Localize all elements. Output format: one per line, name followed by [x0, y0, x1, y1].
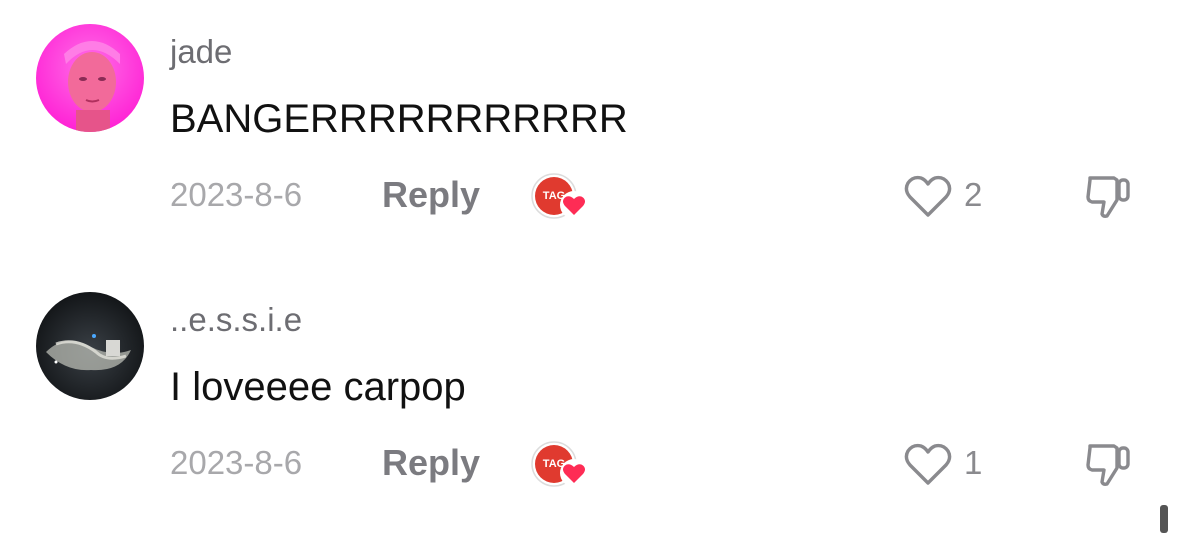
reply-button[interactable]: Reply [382, 442, 480, 484]
comment-username[interactable]: ..e.s.s.i.e [170, 300, 302, 340]
like-button[interactable] [902, 440, 954, 488]
user-avatar[interactable] [36, 24, 144, 132]
comment-text: I loveeee carpop [170, 365, 466, 409]
user-avatar[interactable] [36, 292, 144, 400]
dislike-button[interactable] [1082, 438, 1134, 490]
heart-outline-icon [904, 443, 952, 485]
thumbs-down-outline-icon [1086, 444, 1130, 486]
like-button[interactable] [902, 172, 954, 220]
reply-button[interactable]: Reply [382, 174, 480, 216]
avatar-image [36, 24, 144, 132]
avatar-image [36, 292, 144, 400]
heart-outline-icon [904, 175, 952, 217]
creator-liked-badge: TAG [530, 172, 592, 222]
comment-item: jade BANGERRRRRRRRRRR 2023-8-6 Reply TAG… [0, 0, 1179, 250]
comment-date: 2023-8-6 [170, 176, 303, 213]
creator-liked-badge: TAG [530, 440, 592, 490]
thumbs-down-outline-icon [1086, 176, 1130, 218]
comment-text: BANGERRRRRRRRRRR [170, 97, 628, 141]
comment-item: ..e.s.s.i.e I loveeee carpop 2023-8-6 Re… [0, 268, 1179, 518]
dislike-button[interactable] [1082, 170, 1134, 222]
like-count: 1 [964, 444, 983, 481]
like-count: 2 [964, 176, 983, 213]
comment-date: 2023-8-6 [170, 444, 303, 481]
comment-username[interactable]: jade [170, 32, 232, 72]
scroll-indicator[interactable] [1160, 505, 1168, 533]
creator-liked-heart-icon: TAG [531, 173, 588, 219]
creator-liked-heart-icon: TAG [531, 441, 588, 487]
